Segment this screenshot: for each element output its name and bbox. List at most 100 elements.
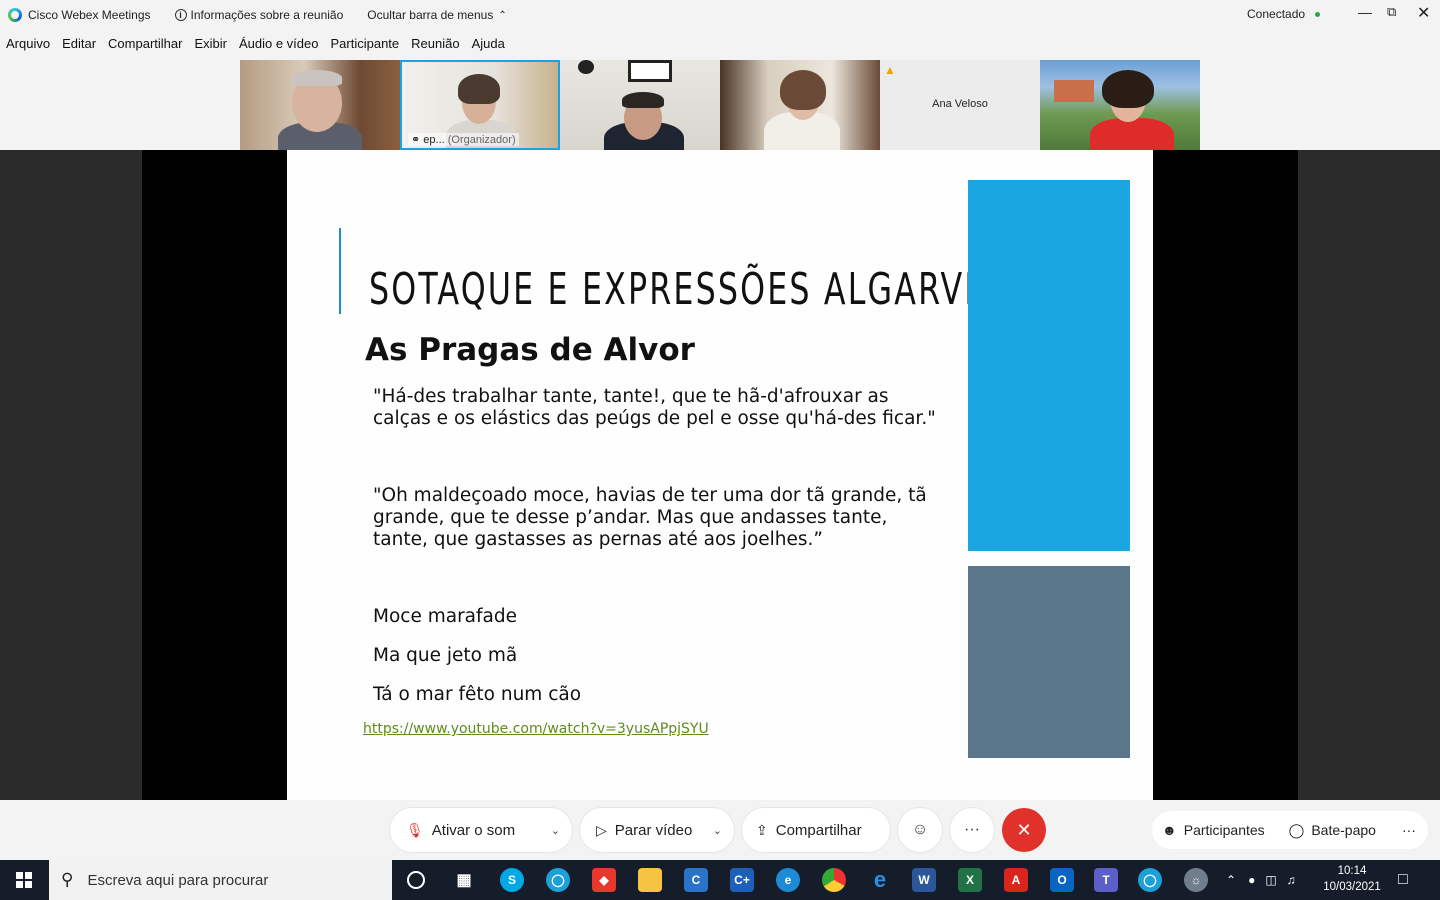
participant-hair <box>1102 70 1154 108</box>
minimize-icon[interactable]: — <box>1358 4 1372 20</box>
participants-button[interactable]: ☻ Participantes <box>1162 822 1265 838</box>
share-label: Compartilhar <box>775 821 862 839</box>
info-icon: i <box>174 9 187 21</box>
participant-name: ep... <box>423 134 445 146</box>
search-placeholder: Escreva aqui para procurar <box>87 871 269 889</box>
blue-decoration-block <box>968 180 1130 551</box>
meeting-info-button[interactable]: i Informações sobre a reunião <box>174 8 343 22</box>
notification-icon[interactable]: □ <box>1398 860 1408 900</box>
windows-start-icon[interactable] <box>16 872 32 888</box>
unmute-button[interactable]: 🎙 Ativar o som ⌄ <box>390 808 572 852</box>
video-camera-icon: ▷ <box>596 821 607 838</box>
restore-icon[interactable]: ⧉ <box>1387 4 1396 20</box>
chevron-up-icon[interactable]: ⌃ <box>1226 873 1236 887</box>
teams-icon[interactable]: T <box>1094 868 1118 892</box>
headset-icon: ⚭ <box>411 134 421 146</box>
wall-picture <box>628 60 672 82</box>
quote-1: "Há-des trabalhar tante, tante!, que te … <box>373 386 936 429</box>
chat-bubble-icon: ◯ <box>1288 821 1305 838</box>
share-icon: ⇪ <box>756 821 768 838</box>
warning-icon: ▲ <box>884 63 896 77</box>
menu-ajuda[interactable]: Ajuda <box>472 34 505 56</box>
cortana-icon[interactable] <box>407 871 425 889</box>
participant-label: ⚭ ep... (Organizador) <box>408 133 519 146</box>
edge-icon[interactable]: e <box>776 868 800 892</box>
participant-tile[interactable] <box>1040 60 1200 150</box>
more-icon: ··· <box>964 821 980 838</box>
webex-logo-icon <box>8 8 22 22</box>
participant-tile[interactable]: ▲ Ana Veloso <box>880 60 1040 150</box>
building <box>1054 80 1094 102</box>
slide-title: SOTAQUE E EXPRESSÕES ALGARVIAS <box>369 264 1022 315</box>
slide-subtitle: As Pragas de Alvor <box>365 332 695 368</box>
word-icon[interactable]: W <box>912 868 936 892</box>
connection-status-text: Conectado <box>1247 7 1306 21</box>
acrobat-icon[interactable]: A <box>1004 868 1028 892</box>
task-view-icon[interactable]: ▦ <box>452 868 476 892</box>
participant-body <box>1090 118 1174 150</box>
app-globe-icon[interactable]: ☼ <box>1184 868 1208 892</box>
menu-participante[interactable]: Participante <box>331 34 400 56</box>
menu-audio-video[interactable]: Áudio e vídeo <box>239 34 319 56</box>
menu-reuniao[interactable]: Reunião <box>411 34 459 56</box>
outlook-icon[interactable]: O <box>1050 868 1074 892</box>
webex-taskbar-icon[interactable]: ◯ <box>546 868 570 892</box>
expression-line: Moce marafade <box>373 606 517 627</box>
badge-emblem <box>578 60 594 74</box>
participant-tile[interactable] <box>240 60 400 150</box>
title-accent-line <box>339 228 341 314</box>
share-button[interactable]: ⇪ Compartilhar <box>742 808 890 852</box>
gray-decoration-block <box>968 566 1130 758</box>
taskbar-search[interactable]: ⚲ Escreva aqui para procurar <box>49 860 392 900</box>
stop-video-label: Parar vídeo <box>614 821 693 839</box>
hide-menu-label: Ocultar barra de menus <box>367 8 494 22</box>
participant-role: (Organizador) <box>447 134 516 146</box>
chat-label: Bate-papo <box>1311 822 1376 838</box>
menu-arquivo[interactable]: Arquivo <box>6 34 50 56</box>
leave-meeting-button[interactable]: ✕ <box>1002 808 1046 852</box>
close-icon[interactable]: ✕ <box>1417 3 1430 23</box>
expression-line: Ma que jeto mã <box>373 645 518 666</box>
hide-menu-button[interactable]: Ocultar barra de menus ⌃ <box>367 8 506 22</box>
reactions-button[interactable]: ☺ <box>898 808 942 852</box>
more-options-button[interactable]: ··· <box>950 808 994 852</box>
taskbar-clock[interactable]: 10:14 10/03/2021 <box>1318 863 1386 895</box>
chevron-down-icon[interactable]: ⌄ <box>551 824 560 837</box>
chevron-down-icon[interactable]: ⌄ <box>713 824 722 837</box>
menu-exibir[interactable]: Exibir <box>194 34 227 56</box>
expression-line: Tá o mar fêto num cão <box>373 684 582 705</box>
internet-explorer-icon[interactable]: e <box>868 867 892 892</box>
chat-button[interactable]: ◯ Bate-papo <box>1289 822 1376 839</box>
participant-tile[interactable] <box>720 60 880 150</box>
skype-icon[interactable]: S <box>500 868 524 892</box>
smiley-icon: ☺ <box>911 821 929 838</box>
volume-icon[interactable]: ♫ <box>1287 873 1296 887</box>
stop-video-button[interactable]: ▷ Parar vídeo ⌄ <box>580 808 734 852</box>
menu-editar[interactable]: Editar <box>62 34 96 56</box>
app-title: Cisco Webex Meetings <box>8 8 151 22</box>
menu-bar: Arquivo Editar Compartilhar Exibir Áudio… <box>0 34 505 56</box>
excel-icon[interactable]: X <box>958 868 982 892</box>
app-title-text: Cisco Webex Meetings <box>28 8 151 22</box>
chrome-icon[interactable] <box>822 868 846 892</box>
muted-mic-icon: 🎙 <box>406 821 424 838</box>
participant-hair <box>292 70 342 86</box>
microphone-icon[interactable]: ● <box>1248 873 1255 887</box>
unmute-label: Ativar o som <box>431 821 516 839</box>
network-icon[interactable]: ◫ <box>1265 873 1276 887</box>
participant-hair <box>622 92 664 108</box>
participant-strip: ⚭ ep... (Organizador) ▲ Ana Veloso <box>240 60 1200 150</box>
anydesk-icon[interactable]: ◆ <box>592 868 616 892</box>
quote-2: "Oh maldeçoado moce, havias de ter uma d… <box>373 485 927 550</box>
file-explorer-icon[interactable] <box>638 868 662 892</box>
participant-tile[interactable] <box>560 60 720 150</box>
app-c-icon[interactable]: C <box>684 868 708 892</box>
app-c-plus-icon[interactable]: C+ <box>730 868 754 892</box>
panel-more-icon[interactable]: ··· <box>1402 822 1416 838</box>
chevron-up-icon: ⌃ <box>498 9 507 21</box>
search-icon: ⚲ <box>61 870 74 889</box>
menu-compartilhar[interactable]: Compartilhar <box>108 34 182 56</box>
youtube-link[interactable]: https://www.youtube.com/watch?v=3yusAPpj… <box>363 721 709 737</box>
participant-tile[interactable]: ⚭ ep... (Organizador) <box>400 60 560 150</box>
webex-active-icon[interactable]: ◯ <box>1138 868 1162 892</box>
